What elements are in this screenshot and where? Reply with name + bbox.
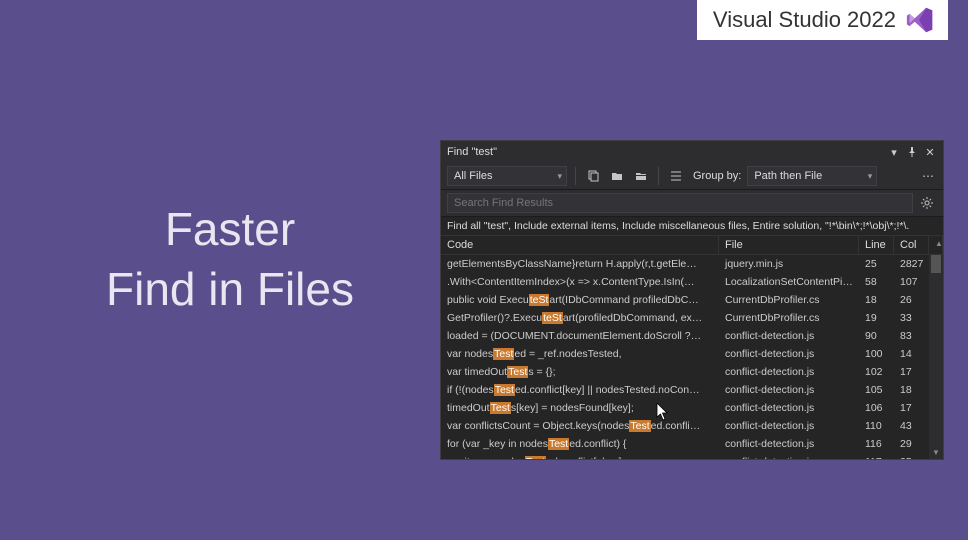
- result-line: 25: [859, 255, 894, 273]
- result-line: 117: [859, 453, 894, 459]
- result-file: jquery.min.js: [719, 255, 859, 273]
- result-code: for (var _key in nodesTested.conflict) {: [441, 435, 719, 453]
- result-col: 83: [894, 327, 929, 345]
- result-code: .With<ContentItemIndex>(x => x.ContentTy…: [441, 273, 719, 291]
- result-row[interactable]: if (!(nodesTested.conflict[key] || nodes…: [441, 381, 943, 399]
- result-line: 19: [859, 309, 894, 327]
- result-line: 90: [859, 327, 894, 345]
- result-file: conflict-detection.js: [719, 381, 859, 399]
- result-code: var timedOutTests = {};: [441, 363, 719, 381]
- result-col: 33: [894, 309, 929, 327]
- results-header: Code File Line Col ▲: [441, 236, 943, 255]
- panel-titlebar[interactable]: Find "test" ▾ ✕: [441, 141, 943, 163]
- result-row[interactable]: .With<ContentItemIndex>(x => x.ContentTy…: [441, 273, 943, 291]
- result-file: CurrentDbProfiler.cs: [719, 291, 859, 309]
- scroll-down-icon[interactable]: ▼: [929, 445, 943, 459]
- search-row: [441, 190, 943, 217]
- result-col: 25: [894, 453, 929, 459]
- result-row[interactable]: loaded = (DOCUMENT.documentElement.doScr…: [441, 327, 943, 345]
- group-by-label: Group by:: [693, 170, 741, 182]
- result-col: 26: [894, 291, 929, 309]
- result-code: getElementsByClassName}return H.apply(r,…: [441, 255, 719, 273]
- result-row[interactable]: GetProfiler()?.ExecuteStart(profiledDbCo…: [441, 309, 943, 327]
- result-col: 17: [894, 363, 929, 381]
- copy-icon[interactable]: [584, 167, 602, 185]
- find-results-panel: Find "test" ▾ ✕ All Files Group by: Path…: [440, 140, 944, 460]
- result-line: 110: [859, 417, 894, 435]
- result-file: CurrentDbProfiler.cs: [719, 309, 859, 327]
- settings-icon[interactable]: [917, 193, 937, 213]
- result-line: 116: [859, 435, 894, 453]
- divider: [575, 167, 576, 185]
- headline-line2: Find in Files: [60, 260, 400, 320]
- result-line: 106: [859, 399, 894, 417]
- result-file: conflict-detection.js: [719, 453, 859, 459]
- result-row[interactable]: var item = nodesTested.conflict[_key];co…: [441, 453, 943, 459]
- result-row[interactable]: for (var _key in nodesTested.conflict) {…: [441, 435, 943, 453]
- results-list: getElementsByClassName}return H.apply(r,…: [441, 255, 943, 459]
- result-code: public void ExecuteStart(IDbCommand prof…: [441, 291, 719, 309]
- result-code: GetProfiler()?.ExecuteStart(profiledDbCo…: [441, 309, 719, 327]
- result-row[interactable]: var conflictsCount = Object.keys(nodesTe…: [441, 417, 943, 435]
- panel-title: Find "test": [447, 146, 497, 158]
- toolbar: All Files Group by: Path then File ⋯: [441, 163, 943, 190]
- result-line: 105: [859, 381, 894, 399]
- result-code: timedOutTests[key] = nodesFound[key];: [441, 399, 719, 417]
- more-icon[interactable]: ⋯: [919, 167, 937, 185]
- search-input[interactable]: [447, 193, 913, 213]
- result-file: LocalizationSetContentPic…: [719, 273, 859, 291]
- window-menu-icon[interactable]: ▾: [887, 145, 901, 159]
- header-line[interactable]: Line: [859, 236, 894, 254]
- scroll-up-icon[interactable]: ▲: [929, 236, 943, 254]
- visual-studio-logo-icon: [906, 6, 934, 34]
- header-file[interactable]: File: [719, 236, 859, 254]
- folder-closed-icon[interactable]: [632, 167, 650, 185]
- scope-dropdown[interactable]: All Files: [447, 166, 567, 186]
- summary-line: Find all "test", Include external items,…: [441, 217, 943, 236]
- result-code: if (!(nodesTested.conflict[key] || nodes…: [441, 381, 719, 399]
- result-col: 17: [894, 399, 929, 417]
- headline-line1: Faster: [60, 200, 400, 260]
- product-badge: Visual Studio 2022: [697, 0, 948, 40]
- group-by-dropdown[interactable]: Path then File: [747, 166, 877, 186]
- result-row[interactable]: public void ExecuteStart(IDbCommand prof…: [441, 291, 943, 309]
- result-col: 14: [894, 345, 929, 363]
- result-file: conflict-detection.js: [719, 327, 859, 345]
- result-line: 102: [859, 363, 894, 381]
- scrollbar[interactable]: ▼: [929, 255, 943, 459]
- close-icon[interactable]: ✕: [923, 145, 937, 159]
- result-file: conflict-detection.js: [719, 435, 859, 453]
- folder-open-icon[interactable]: [608, 167, 626, 185]
- result-code: var nodesTested = _ref.nodesTested,: [441, 345, 719, 363]
- header-col[interactable]: Col: [894, 236, 929, 254]
- result-file: conflict-detection.js: [719, 417, 859, 435]
- result-line: 58: [859, 273, 894, 291]
- scroll-thumb[interactable]: [931, 255, 941, 273]
- result-col: 107: [894, 273, 929, 291]
- result-file: conflict-detection.js: [719, 363, 859, 381]
- list-icon[interactable]: [667, 167, 685, 185]
- result-code: loaded = (DOCUMENT.documentElement.doScr…: [441, 327, 719, 345]
- result-col: 2827: [894, 255, 929, 273]
- result-code: var item = nodesTested.conflict[_key];: [441, 453, 719, 459]
- result-col: 18: [894, 381, 929, 399]
- result-row[interactable]: getElementsByClassName}return H.apply(r,…: [441, 255, 943, 273]
- slide-headline: Faster Find in Files: [60, 200, 400, 320]
- result-file: conflict-detection.js: [719, 345, 859, 363]
- product-label: Visual Studio 2022: [713, 7, 896, 33]
- result-col: 29: [894, 435, 929, 453]
- result-col: 43: [894, 417, 929, 435]
- result-line: 100: [859, 345, 894, 363]
- result-row[interactable]: var timedOutTests = {};conflict-detectio…: [441, 363, 943, 381]
- result-file: conflict-detection.js: [719, 399, 859, 417]
- result-row[interactable]: timedOutTests[key] = nodesFound[key];con…: [441, 399, 943, 417]
- result-code: var conflictsCount = Object.keys(nodesTe…: [441, 417, 719, 435]
- divider: [658, 167, 659, 185]
- result-row[interactable]: var nodesTested = _ref.nodesTested,confl…: [441, 345, 943, 363]
- result-line: 18: [859, 291, 894, 309]
- header-code[interactable]: Code: [441, 236, 719, 254]
- pin-icon[interactable]: [905, 145, 919, 159]
